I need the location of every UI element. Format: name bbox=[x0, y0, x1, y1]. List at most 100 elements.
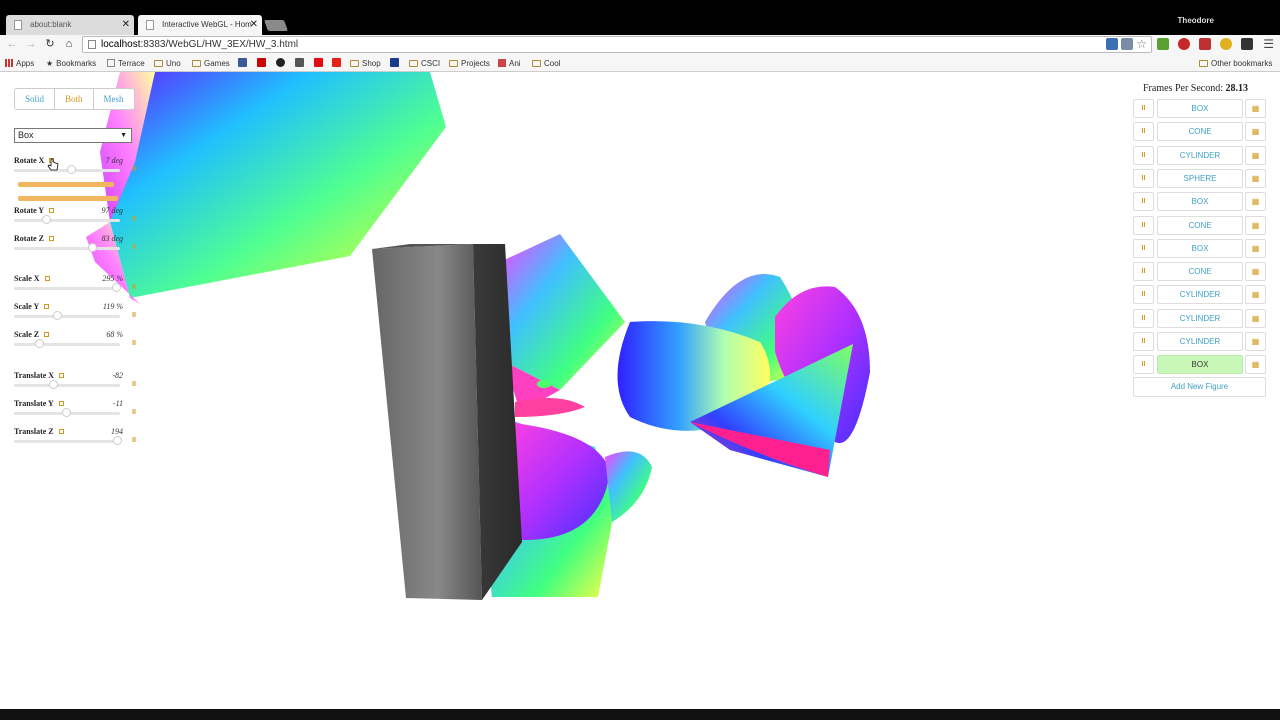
shape-select[interactable]: Box ▼ bbox=[14, 128, 132, 143]
home-icon[interactable]: ⌂ bbox=[62, 37, 76, 51]
slider-track[interactable] bbox=[14, 384, 120, 387]
bookmark-icon[interactable] bbox=[295, 58, 304, 67]
figure-select-button[interactable]: BOX bbox=[1157, 192, 1243, 212]
lock-icon[interactable] bbox=[58, 401, 64, 406]
mode-both-button[interactable]: Both bbox=[55, 89, 94, 109]
add-figure-button[interactable]: Add New Figure bbox=[1133, 377, 1266, 397]
bookmark-uno[interactable]: Uno bbox=[154, 58, 181, 70]
bookmark-terrace[interactable]: Terrace bbox=[107, 58, 145, 70]
trash-icon[interactable]: ▦ bbox=[1245, 238, 1266, 258]
netflix-icon[interactable] bbox=[314, 58, 323, 67]
trash-icon[interactable]: ▦ bbox=[1245, 145, 1266, 165]
bookmark-ani[interactable]: Ani bbox=[498, 58, 521, 70]
playstation-icon[interactable] bbox=[276, 58, 285, 67]
figure-select-button[interactable]: CYLINDER bbox=[1157, 285, 1243, 305]
pause-icon[interactable]: II bbox=[132, 216, 136, 223]
slider-thumb[interactable] bbox=[62, 408, 71, 417]
pause-button[interactable]: II bbox=[1133, 168, 1154, 188]
pause-icon[interactable]: II bbox=[132, 381, 136, 388]
bookmark-games[interactable]: Games bbox=[192, 58, 230, 70]
slider-thumb[interactable] bbox=[88, 243, 97, 252]
figure-select-button[interactable]: BOX bbox=[1157, 238, 1243, 258]
figure-select-button[interactable]: CYLINDER bbox=[1157, 332, 1243, 351]
lock-icon[interactable] bbox=[44, 276, 50, 281]
tab-webgl[interactable]: Interactive WebGL - Hom ✕ bbox=[138, 15, 262, 35]
slider-track[interactable] bbox=[14, 219, 120, 222]
pause-button[interactable]: II bbox=[1133, 145, 1154, 165]
trash-icon[interactable]: ▦ bbox=[1245, 168, 1266, 188]
slider-thumb[interactable] bbox=[113, 436, 122, 445]
slider-track[interactable] bbox=[14, 315, 120, 318]
profile-name[interactable]: Theodore bbox=[1178, 16, 1214, 25]
cnn-icon[interactable] bbox=[257, 58, 266, 67]
bookmark-projects[interactable]: Projects bbox=[449, 58, 490, 70]
slider-thumb[interactable] bbox=[49, 380, 58, 389]
trash-icon[interactable]: ▦ bbox=[1245, 122, 1266, 142]
lock-icon[interactable] bbox=[44, 332, 50, 337]
trash-icon[interactable]: ▦ bbox=[1245, 215, 1266, 235]
pause-button[interactable]: II bbox=[1133, 332, 1154, 351]
pause-button[interactable]: II bbox=[1133, 308, 1154, 328]
figure-select-button[interactable]: CONE bbox=[1157, 262, 1243, 282]
figure-select-button[interactable]: CONE bbox=[1157, 122, 1243, 142]
pause-icon[interactable]: II bbox=[132, 437, 136, 444]
figure-select-button[interactable]: CONE bbox=[1157, 215, 1243, 235]
extension-icon[interactable] bbox=[1121, 38, 1133, 50]
figure-select-button[interactable]: CYLINDER bbox=[1157, 145, 1243, 165]
bookmark-csci[interactable]: CSCI bbox=[409, 58, 440, 70]
rotate-x-bar[interactable] bbox=[18, 196, 118, 201]
tab-about-blank[interactable]: about:blank ✕ bbox=[6, 15, 134, 35]
slider-thumb[interactable] bbox=[42, 215, 51, 224]
figure-select-button[interactable]: BOX bbox=[1157, 99, 1243, 118]
trash-icon[interactable]: ▦ bbox=[1245, 285, 1266, 305]
slider-thumb[interactable] bbox=[35, 339, 44, 348]
slider-thumb[interactable] bbox=[53, 311, 62, 320]
trash-icon[interactable]: ▦ bbox=[1245, 355, 1266, 375]
figure-select-button[interactable]: CYLINDER bbox=[1157, 308, 1243, 328]
youtube-icon[interactable] bbox=[332, 58, 341, 67]
forward-icon[interactable]: → bbox=[24, 37, 38, 51]
pause-button[interactable]: II bbox=[1133, 238, 1154, 258]
pause-button[interactable]: II bbox=[1133, 262, 1154, 282]
extension-icon[interactable] bbox=[1199, 38, 1211, 50]
pause-icon[interactable]: II bbox=[132, 244, 136, 251]
extension-icon[interactable] bbox=[1241, 38, 1253, 50]
mode-solid-button[interactable]: Solid bbox=[15, 89, 56, 109]
slider-track[interactable] bbox=[14, 343, 120, 346]
pause-button[interactable]: II bbox=[1133, 192, 1154, 212]
slider-track[interactable] bbox=[14, 247, 120, 250]
extension-icon[interactable] bbox=[1157, 38, 1169, 50]
trash-icon[interactable]: ▦ bbox=[1245, 308, 1266, 328]
webgl-canvas[interactable] bbox=[0, 72, 1280, 709]
slider-track[interactable] bbox=[14, 287, 120, 290]
figure-select-button[interactable]: BOX bbox=[1157, 355, 1243, 375]
extension-icon[interactable] bbox=[1178, 38, 1190, 50]
extension-icon[interactable] bbox=[1106, 38, 1118, 50]
bookmark-apps[interactable]: Apps bbox=[5, 58, 34, 70]
rotate-x-bar[interactable] bbox=[18, 182, 114, 187]
reload-icon[interactable]: ↻ bbox=[43, 37, 57, 51]
pause-button[interactable]: II bbox=[1133, 99, 1154, 118]
bookmark-bookmarks[interactable]: ★ Bookmarks bbox=[46, 58, 96, 70]
pause-icon[interactable]: II bbox=[132, 166, 136, 173]
slider-thumb[interactable] bbox=[112, 283, 121, 292]
trash-icon[interactable]: ▦ bbox=[1245, 262, 1266, 282]
lock-icon[interactable] bbox=[49, 236, 54, 241]
extension-icon[interactable] bbox=[1220, 38, 1232, 50]
pause-icon[interactable]: II bbox=[132, 409, 136, 416]
new-tab-button[interactable] bbox=[263, 20, 289, 31]
bookmark-other[interactable]: Other bookmarks bbox=[1199, 58, 1272, 70]
bookmark-shop[interactable]: Shop bbox=[350, 58, 381, 70]
lock-icon[interactable] bbox=[58, 429, 64, 434]
pause-button[interactable]: II bbox=[1133, 285, 1154, 305]
close-icon[interactable]: ✕ bbox=[250, 15, 258, 35]
close-icon[interactable]: ✕ bbox=[122, 15, 130, 35]
bookmark-cool[interactable]: Cool bbox=[532, 58, 560, 70]
facebook-icon[interactable] bbox=[238, 58, 247, 67]
bank-icon[interactable] bbox=[390, 58, 399, 67]
pause-icon[interactable]: II bbox=[132, 340, 136, 347]
lock-icon[interactable] bbox=[44, 304, 50, 309]
lock-icon[interactable] bbox=[49, 208, 55, 213]
lock-icon[interactable] bbox=[59, 373, 65, 378]
star-icon[interactable]: ☆ bbox=[1136, 37, 1147, 52]
